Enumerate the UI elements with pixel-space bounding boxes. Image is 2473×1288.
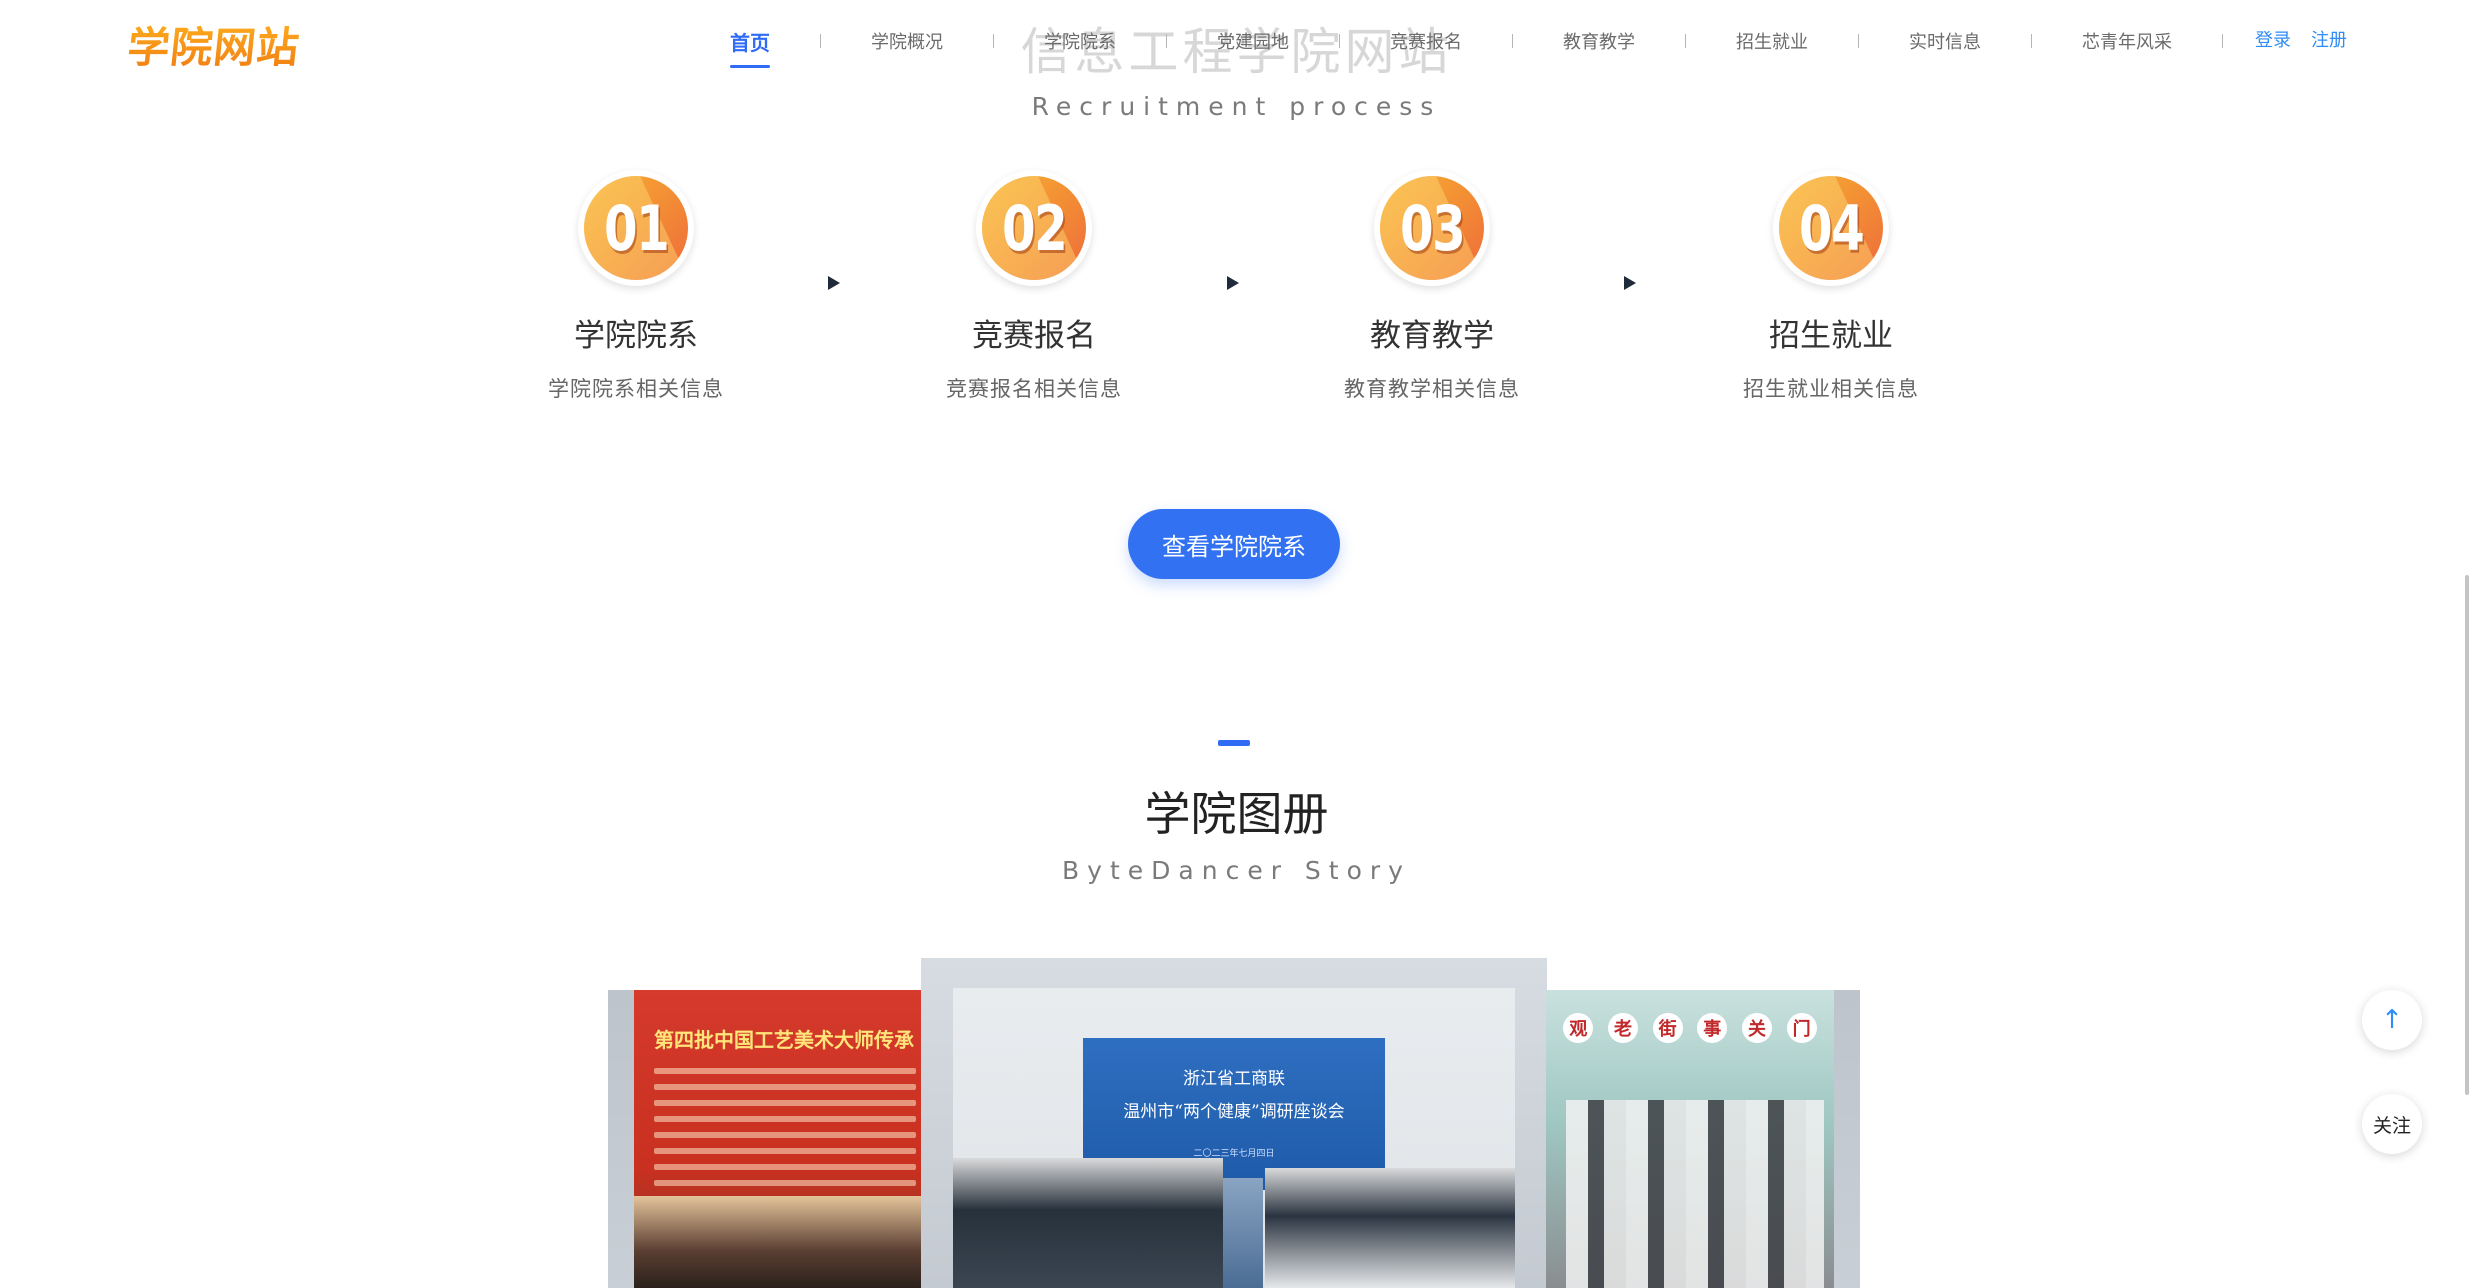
process-step[interactable]: 04 招生就业 招生就业相关信息 [1681,170,1981,403]
screen-line-1: 浙江省工商联 [1183,1069,1285,1089]
nav-item-home[interactable]: 首页 [730,27,770,68]
step-number: 01 [603,191,670,265]
process-step[interactable]: 02 竞赛报名 竞赛报名相关信息 [884,170,1184,403]
gallery-photo-right[interactable]: 观 老 街 事 关 门 [1546,990,1860,1288]
process-step[interactable]: 03 教育教学 教育教学相关信息 [1282,170,1582,403]
nav-item-teaching[interactable]: 教育教学 [1563,28,1635,54]
sign-char: 观 [1563,1013,1594,1043]
step-number: 02 [1001,191,1068,265]
sign-char: 老 [1607,1013,1638,1043]
step-title: 学院院系 [574,318,698,354]
step-description: 学院院系相关信息 [548,377,724,401]
nav-divider [1166,34,1167,48]
nav-item-youth[interactable]: 芯青年风采 [2082,28,2172,54]
nav-item-party-building[interactable]: 党建园地 [1217,28,1289,54]
step-arrow-icon [1227,276,1239,290]
nav-item-overview[interactable]: 学院概况 [871,28,943,54]
sign-char: 事 [1697,1013,1728,1043]
follow-label: 关注 [2372,1114,2411,1137]
step-description: 竞赛报名相关信息 [946,377,1122,401]
nav-divider [2222,34,2223,48]
gallery-photo-center[interactable]: 浙江省工商联 温州市“两个健康”调研座谈会 二〇二三年七月四日 [921,958,1547,1288]
view-departments-button[interactable]: 查看学院院系 [1128,509,1340,579]
nav-divider [1685,34,1686,48]
step-number: 04 [1798,191,1865,265]
sign-char: 关 [1741,1013,1772,1043]
process-subtitle: Recruitment process [1031,92,1442,121]
step-arrow-icon [828,276,840,290]
step-arrow-icon [1624,276,1636,290]
nav-divider [820,34,821,48]
section-accent-bar [1218,740,1250,746]
screen-line-2: 温州市“两个健康”调研座谈会 [1123,1102,1345,1122]
step-badge: 02 [976,170,1092,286]
photo-group [634,1196,922,1288]
register-link[interactable]: 注册 [2311,26,2347,52]
step-title: 招生就业 [1769,318,1893,354]
photo-banner-text: 第四批中国工艺美术大师传承 [654,1028,914,1052]
process-steps: 01 学院院系 学院院系相关信息 02 竞赛报名 竞赛报名相关信息 03 教育教… [0,170,2473,420]
page-scrollbar[interactable] [2465,575,2469,1095]
gallery-title: 学院图册 [1144,787,1329,841]
sign-char: 门 [1786,1013,1817,1043]
step-badge: 03 [1374,170,1490,286]
site-logo[interactable]: 学院网站 [125,14,303,75]
nav-divider [993,34,994,48]
arrow-up-icon: ↑ [2381,1005,2403,1035]
nav-item-news[interactable]: 实时信息 [1909,28,1981,54]
process-step[interactable]: 01 学院院系 学院院系相关信息 [486,170,786,403]
gallery-photo-left[interactable]: 第四批中国工艺美术大师传承 [608,990,922,1288]
gallery-subtitle: ByteDancer Story [1062,856,1411,885]
step-badge: 01 [578,170,694,286]
follow-button[interactable]: 关注 [2362,1094,2422,1154]
nav-divider [1339,34,1340,48]
back-to-top-button[interactable]: ↑ [2362,990,2422,1050]
login-link[interactable]: 登录 [2255,26,2291,52]
main-nav: 首页 学院概况 学院院系 党建园地 竞赛报名 教育教学 招生就业 实时信息 芯青… [730,26,2273,68]
step-description: 招生就业相关信息 [1743,377,1919,401]
photo-attendees-right [1265,1168,1515,1288]
photo-sign: 观 老 街 事 关 门 [1556,1000,1824,1056]
nav-divider [1858,34,1859,48]
step-title: 教育教学 [1370,318,1494,354]
step-badge: 04 [1773,170,1889,286]
sign-char: 街 [1652,1013,1683,1043]
auth-links: 登录 注册 [2255,26,2347,52]
photo-honor-list [654,1068,916,1212]
photo-meeting-table [1223,1178,1263,1288]
nav-item-admissions[interactable]: 招生就业 [1736,28,1808,54]
nav-item-departments[interactable]: 学院院系 [1044,28,1116,54]
photo-visitors [1566,1100,1824,1288]
step-description: 教育教学相关信息 [1344,377,1520,401]
step-number: 03 [1399,191,1466,265]
step-title: 竞赛报名 [972,318,1096,354]
nav-divider [1512,34,1513,48]
nav-item-competition[interactable]: 竞赛报名 [1390,28,1462,54]
photo-attendees-left [953,1158,1223,1288]
nav-divider [2031,34,2032,48]
